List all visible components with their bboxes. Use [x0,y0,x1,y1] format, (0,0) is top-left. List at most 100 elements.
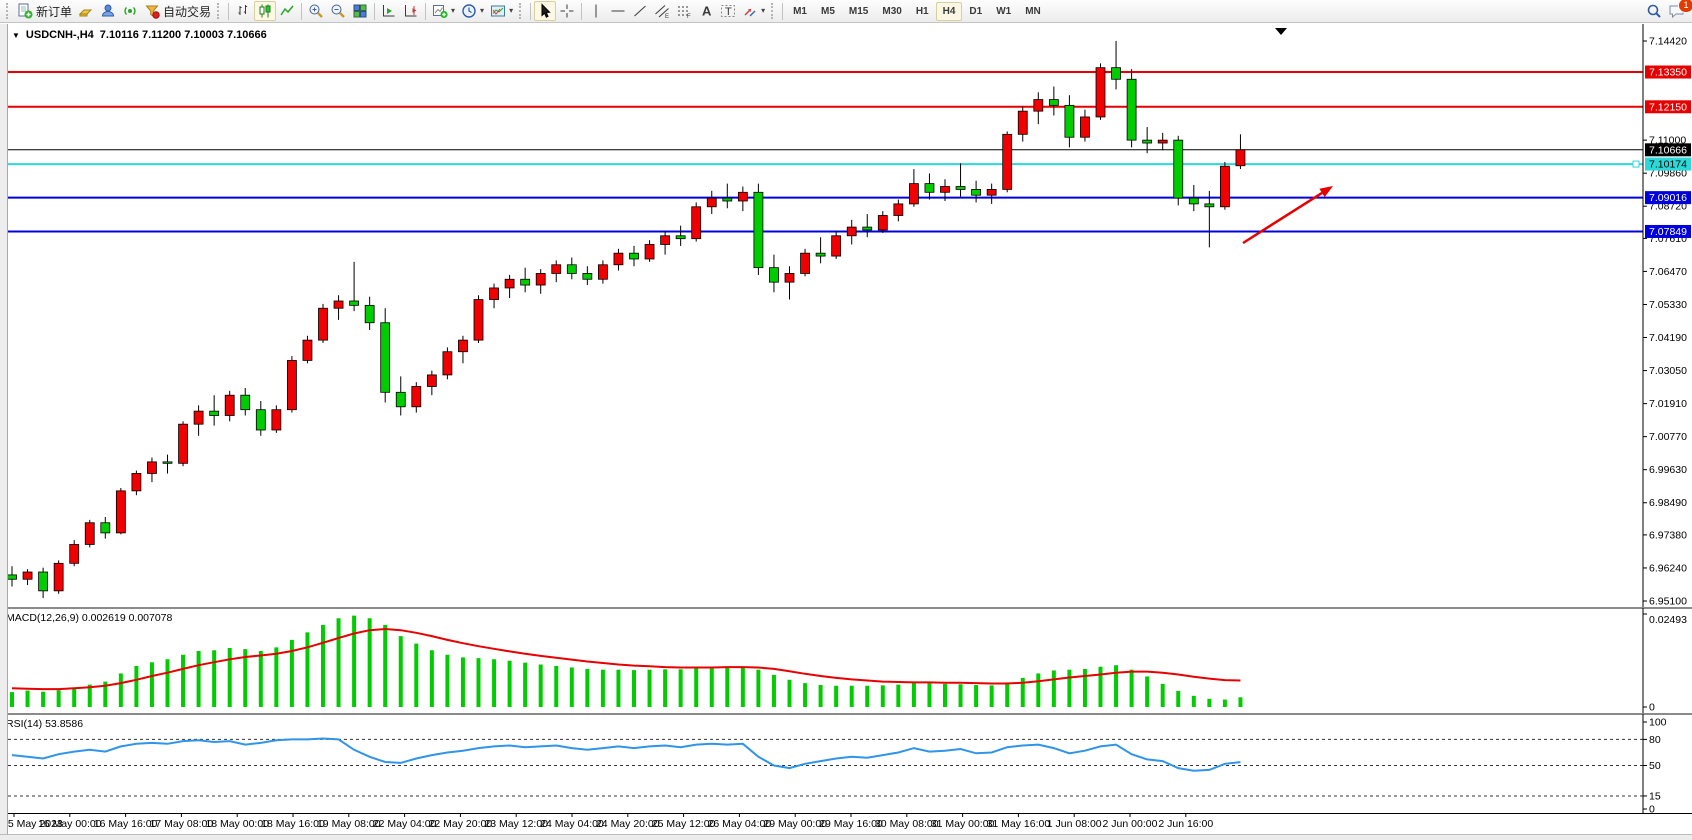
toolbar-separator [228,3,229,20]
auto-scroll-icon [381,3,397,19]
timeframe-h1[interactable]: H1 [909,2,936,21]
timeframe-w1[interactable]: W1 [989,2,1018,21]
svg-text:7.14420: 7.14420 [1649,36,1687,48]
svg-text:6.96240: 6.96240 [1649,562,1687,574]
svg-text:29 May 16:00: 29 May 16:00 [819,818,883,830]
svg-text:7.01910: 7.01910 [1649,398,1687,410]
zoom-out-button[interactable] [327,1,349,21]
arrows-tool-button[interactable]: ▾ [739,1,768,21]
svg-text:T: T [725,6,732,18]
svg-text:MACD(12,26,9) 0.002619 0.00707: MACD(12,26,9) 0.002619 0.007078 [6,612,173,624]
label-tool-button[interactable]: T [717,1,739,21]
svg-text:0.02493: 0.02493 [1649,614,1687,626]
svg-text:7.10666: 7.10666 [1649,144,1687,156]
indicators-icon [432,3,448,19]
vertical-line-tool-button[interactable] [585,1,607,21]
svg-text:7.00770: 7.00770 [1649,431,1687,443]
svg-text:17 May 08:00: 17 May 08:00 [150,818,214,830]
svg-text:7.12150: 7.12150 [1649,101,1687,113]
zoom-in-icon [308,3,324,19]
zoom-in-button[interactable] [305,1,327,21]
timeframe-m30[interactable]: M30 [875,2,908,21]
text-label-icon: T [720,3,736,19]
toolbar-grip[interactable] [6,3,11,19]
clock-icon [461,3,477,19]
auto-scroll-button[interactable] [378,1,400,21]
new-order-button[interactable]: 新订单 [14,1,75,21]
fibonacci-tool-button[interactable]: F [673,1,695,21]
arrows-caret: ▾ [761,7,765,15]
macd-indicator-panel[interactable]: MACD(12,26,9) 0.002619 0.0070780.024930 [0,608,1692,714]
vertical-line-icon [588,3,604,19]
timeframe-d1[interactable]: D1 [962,2,989,21]
svg-text:A: A [702,4,712,19]
gold-tool-button[interactable] [75,1,97,21]
zoom-out-icon [330,3,346,19]
svg-text:29 May 00:00: 29 May 00:00 [763,818,827,830]
profile-button[interactable] [97,1,119,21]
toolbar-grip[interactable] [217,3,222,19]
channel-tool-button[interactable]: E [651,1,673,21]
timeframe-mn[interactable]: MN [1018,2,1048,21]
svg-text:25 May 12:00: 25 May 12:00 [652,818,716,830]
chart-shift-icon [403,3,419,19]
tile-windows-button[interactable] [349,1,371,21]
periods-button[interactable]: ▾ [458,1,487,21]
crosshair-icon [559,3,575,19]
svg-text:24 May 04:00: 24 May 04:00 [540,818,604,830]
candlestick-chart-icon [257,3,273,19]
auto-trading-label: 自动交易 [163,3,211,20]
timeframe-h4[interactable]: H4 [936,2,963,21]
search-button[interactable] [1643,1,1665,21]
toolbar-grip[interactable] [519,3,524,19]
chart-collapse-icon[interactable]: ▼ [12,31,20,40]
svg-text:F: F [687,14,691,19]
notification-badge: 1 [1678,0,1692,13]
svg-text:7.09016: 7.09016 [1649,192,1687,204]
timeframe-m15[interactable]: M15 [842,2,875,21]
cursor-tool-button[interactable] [534,1,556,21]
svg-text:24 May 20:00: 24 May 20:00 [596,818,660,830]
svg-text:7.03050: 7.03050 [1649,365,1687,377]
signals-button[interactable] [119,1,141,21]
svg-text:2 Jun 00:00: 2 Jun 00:00 [1103,818,1158,830]
status-bar [0,834,1692,840]
arrows-icon [742,3,758,19]
search-icon [1646,3,1662,19]
toolbar-separator [301,3,302,20]
crosshair-tool-button[interactable] [556,1,578,21]
svg-text:RSI(14) 53.8586: RSI(14) 53.8586 [6,718,83,730]
bar-chart-button[interactable] [232,1,254,21]
trendline-tool-button[interactable] [629,1,651,21]
trendline-icon [632,3,648,19]
svg-text:50: 50 [1649,760,1661,772]
svg-text:100: 100 [1649,717,1667,729]
time-axis[interactable]: 15 May 202316 May 00:0016 May 16:0017 Ma… [0,814,1692,834]
indicators-button[interactable]: ▾ [429,1,458,21]
timeframe-m1[interactable]: M1 [786,2,814,21]
auto-trading-icon [144,3,160,19]
candlestick-chart-button[interactable] [254,1,276,21]
chart-shift-button[interactable] [400,1,422,21]
svg-text:6.99630: 6.99630 [1649,464,1687,476]
auto-trading-button[interactable]: 自动交易 [141,1,214,21]
templates-button[interactable]: ▾ [487,1,516,21]
timeframe-m5[interactable]: M5 [814,2,842,21]
text-tool-button[interactable]: A [695,1,717,21]
chart-ohlc-values: 7.10116 7.11200 7.10003 7.10666 [100,29,267,41]
svg-text:6.95100: 6.95100 [1649,596,1687,608]
svg-text:2 Jun 16:00: 2 Jun 16:00 [1158,818,1213,830]
line-chart-button[interactable] [276,1,298,21]
rsi-indicator-panel[interactable]: RSI(14) 53.85861008050150 [0,714,1692,814]
horizontal-line-tool-button[interactable] [607,1,629,21]
price-chart-panel[interactable]: 7.144207.110007.098607.087207.076107.064… [0,24,1692,608]
chat-button[interactable]: 1 [1665,1,1689,21]
svg-text:23 May 12:00: 23 May 12:00 [484,818,548,830]
timeframe-switcher: M1M5M15M30H1H4D1W1MN [786,2,1048,21]
window-left-gutter[interactable] [0,24,8,834]
toolbar-separator [782,3,783,20]
toolbar-grip[interactable] [771,3,776,19]
svg-text:31 May 16:00: 31 May 16:00 [987,818,1051,830]
chart-symbol-period: USDCNH-,H4 [26,29,94,41]
new-order-label: 新订单 [36,3,72,20]
